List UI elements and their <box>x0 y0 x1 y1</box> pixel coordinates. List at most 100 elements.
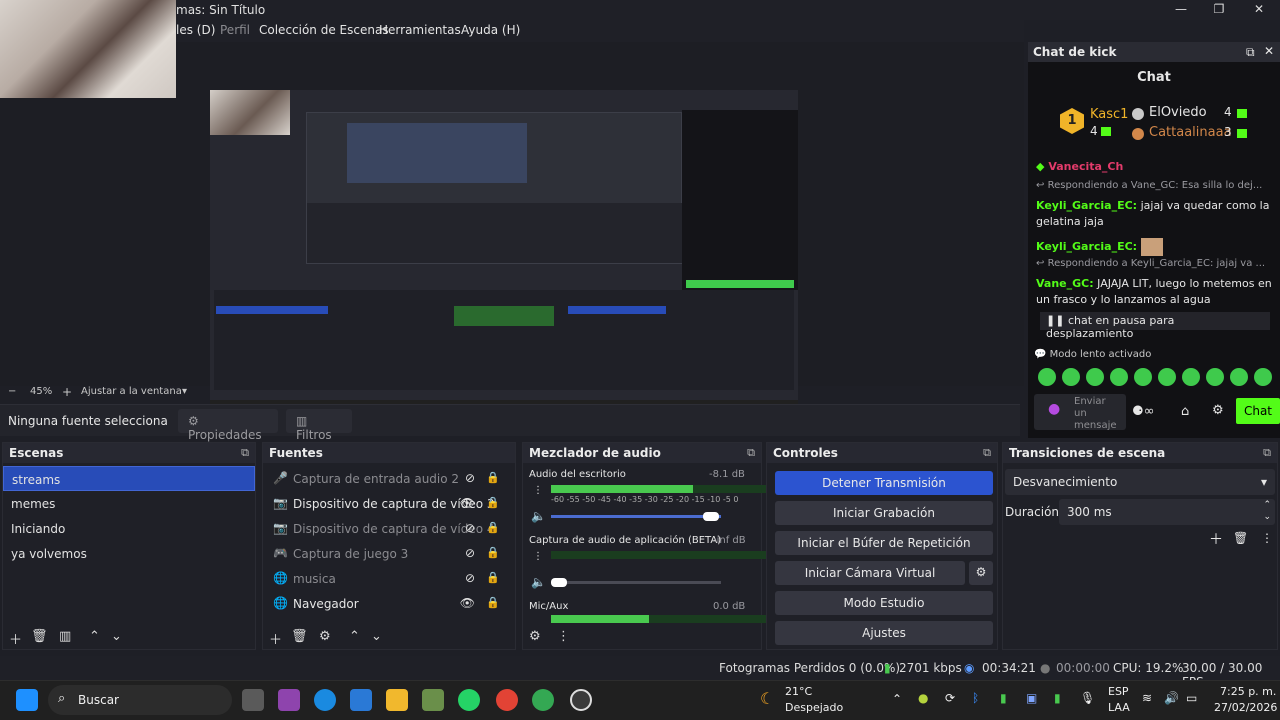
lock-icon[interactable]: 🔒 <box>486 571 500 584</box>
start-replay-buffer-button[interactable]: Iniciar el Búfer de Repetición <box>775 531 993 555</box>
close-dock-icon[interactable]: ✕ <box>1264 44 1274 58</box>
language-layout[interactable]: LAA <box>1108 701 1130 714</box>
chat-send-button[interactable]: Chat <box>1236 398 1280 424</box>
source-item[interactable]: 🎤 Captura de entrada audio 2 ⊘ 🔒 <box>263 466 515 491</box>
gear-icon[interactable]: ⚙ <box>529 629 541 644</box>
bluetooth-icon[interactable]: ᛒ <box>972 691 979 705</box>
chat-username[interactable]: Keyli_Garcia_EC: <box>1036 199 1137 212</box>
store-icon[interactable] <box>350 689 372 711</box>
emote-icon[interactable] <box>1182 368 1200 386</box>
scene-item[interactable]: ya volvemos <box>3 541 255 566</box>
zoom-in-button[interactable]: + <box>62 385 72 399</box>
chat-username[interactable]: Vanecita_Ch <box>1048 160 1123 173</box>
chevron-down-icon[interactable]: ▾ <box>182 386 187 397</box>
volume-icon[interactable]: 🔊 <box>1164 691 1179 705</box>
tray-app-icon[interactable]: ▮ <box>1054 691 1061 705</box>
menu-item-help[interactable]: Ayuda (H) <box>461 23 520 37</box>
close-button[interactable]: ✕ <box>1244 2 1274 18</box>
spin-arrows-icon[interactable]: ⌃ ⌄ <box>1263 499 1271 523</box>
volume-slider[interactable] <box>551 578 721 587</box>
minimize-button[interactable]: — <box>1166 2 1196 18</box>
eye-hidden-icon[interactable]: ⊘ <box>465 521 475 535</box>
language-code[interactable]: ESP <box>1108 685 1129 698</box>
float-dock-icon[interactable]: ⧉ <box>1246 45 1255 60</box>
emote-icon[interactable] <box>1086 368 1104 386</box>
scene-item[interactable]: Iniciando <box>3 516 255 541</box>
windows-start-icon[interactable] <box>16 689 38 711</box>
chrome-icon[interactable] <box>496 689 518 711</box>
scene-item[interactable]: memes <box>3 491 255 516</box>
chevron-up-icon[interactable]: ⌃ <box>89 629 100 644</box>
speaker-icon[interactable]: 🔈 <box>531 509 546 523</box>
source-item[interactable]: 🌐 musica ⊘ 🔒 <box>263 566 515 591</box>
filter-icon[interactable]: ▥ <box>59 629 71 644</box>
store-icon[interactable]: ⌂ <box>1181 404 1189 419</box>
app-icon[interactable] <box>422 689 444 711</box>
whatsapp-icon[interactable] <box>458 689 480 711</box>
menu-item-profile[interactable]: Perfil <box>220 23 250 37</box>
trash-icon[interactable]: 🗑 <box>291 629 308 644</box>
speaker-icon[interactable]: 🔈 <box>531 575 546 589</box>
emote-icon[interactable] <box>1038 368 1056 386</box>
properties-button[interactable]: ⚙ Propiedades <box>178 409 278 442</box>
virtual-camera-settings-icon[interactable]: ⚙ <box>969 561 993 585</box>
emote-icon[interactable] <box>1110 368 1128 386</box>
filters-button[interactable]: ▥ Filtros <box>286 409 352 442</box>
add-icon[interactable]: ＋ <box>9 629 22 648</box>
leader-2-name[interactable]: ElOviedo <box>1149 105 1207 120</box>
tray-app-icon[interactable]: ● <box>918 691 928 705</box>
menu-item-scenes[interactable]: les (D) <box>176 23 215 37</box>
zoom-out-button[interactable]: − <box>8 386 16 397</box>
task-view-icon[interactable] <box>242 689 264 711</box>
battery-icon[interactable]: ▭ <box>1186 691 1197 705</box>
more-options-icon[interactable]: ⋮ <box>1261 531 1273 545</box>
lock-icon[interactable]: 🔒 <box>486 521 500 534</box>
volume-slider-handle[interactable] <box>551 578 567 587</box>
clock-time[interactable]: 7:25 p. m. <box>1220 685 1276 698</box>
transition-select[interactable]: Desvanecimiento ▾ <box>1005 469 1275 495</box>
file-explorer-icon[interactable] <box>386 689 408 711</box>
start-recording-button[interactable]: Iniciar Grabación <box>775 501 993 525</box>
emote-icon[interactable] <box>1062 368 1080 386</box>
leader-1-name[interactable]: Kasc1 <box>1090 107 1128 122</box>
tray-app-icon[interactable]: ▮ <box>1000 691 1007 705</box>
obs-icon[interactable] <box>570 689 592 711</box>
taskbar-search[interactable]: ⌕ Buscar <box>48 685 232 715</box>
lock-icon[interactable]: 🔒 <box>486 546 500 559</box>
eye-hidden-icon[interactable]: ⊘ <box>465 571 475 585</box>
eye-icon[interactable]: 👁 <box>460 596 475 610</box>
source-item[interactable]: 🌐 Navegador 👁 🔒 <box>263 591 515 616</box>
lock-icon[interactable]: 🔒 <box>486 496 500 509</box>
chevron-up-icon[interactable]: ⌃ <box>892 692 902 706</box>
more-options-icon[interactable]: ⋮ <box>557 629 570 644</box>
emote-icon[interactable] <box>1206 368 1224 386</box>
chat-username[interactable]: Vane_GC: <box>1036 277 1094 290</box>
chat-paused-banner[interactable]: ❚❚ chat en pausa para desplazamiento <box>1040 312 1270 340</box>
eye-hidden-icon[interactable]: ⊘ <box>465 546 475 560</box>
float-dock-icon[interactable]: ⧉ <box>1263 446 1271 460</box>
preview-canvas[interactable] <box>210 90 798 420</box>
weather-desc[interactable]: Despejado <box>785 701 843 714</box>
volume-slider-handle[interactable] <box>703 512 719 521</box>
gear-icon[interactable]: ⚙ <box>319 629 331 644</box>
lock-icon[interactable]: 🔒 <box>486 471 500 484</box>
float-dock-icon[interactable]: ⧉ <box>983 446 991 460</box>
fit-to-window-select[interactable]: Ajustar a la ventana <box>81 386 182 397</box>
source-item[interactable]: 📷 Dispositivo de captura de vídeo 4 ⊘ 🔒 <box>263 516 515 541</box>
edge-icon[interactable] <box>314 689 336 711</box>
stop-streaming-button[interactable]: Detener Transmisión <box>775 471 993 495</box>
float-dock-icon[interactable]: ⧉ <box>241 446 249 460</box>
emote-icon[interactable] <box>1134 368 1152 386</box>
clock-date[interactable]: 27/02/2026 <box>1214 701 1277 714</box>
copilot-icon[interactable] <box>278 689 300 711</box>
source-item[interactable]: 📷 Dispositivo de captura de vídeo 3 👁 🔒 <box>263 491 515 516</box>
menu-item-tools[interactable]: Herramientas <box>379 23 461 37</box>
add-icon[interactable]: ＋ <box>1209 529 1223 549</box>
start-virtual-camera-button[interactable]: Iniciar Cámara Virtual <box>775 561 965 585</box>
chat-message-input[interactable]: ● Enviar un mensaje <box>1034 394 1126 431</box>
more-options-icon[interactable]: ⋮ <box>533 551 543 562</box>
volume-slider[interactable] <box>551 512 721 521</box>
trash-icon[interactable]: 🗑 <box>31 629 48 644</box>
more-options-icon[interactable]: ⋮ <box>533 485 543 496</box>
microphone-icon[interactable]: 🎙 <box>1080 691 1095 705</box>
